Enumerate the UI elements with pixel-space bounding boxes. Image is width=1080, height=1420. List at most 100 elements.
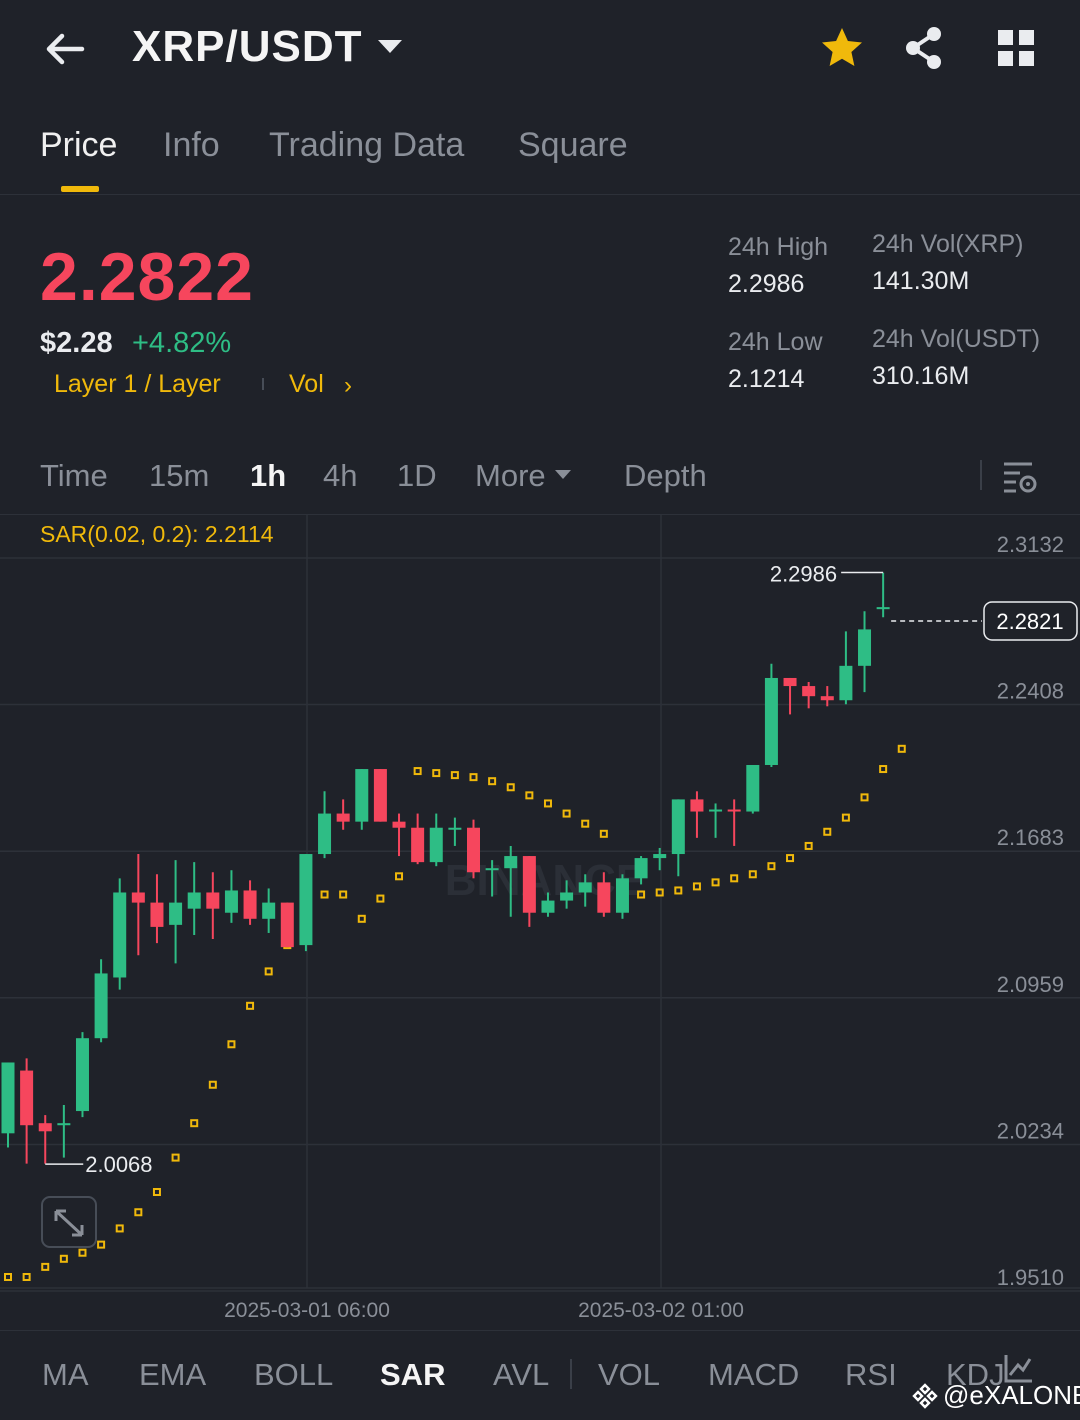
sar-dot xyxy=(860,793,869,802)
tag-divider xyxy=(262,378,264,390)
last-price: 2.2822 xyxy=(40,239,254,315)
candle-body xyxy=(764,677,778,765)
pair-title[interactable]: XRP/USDT xyxy=(132,22,362,72)
sar-dot xyxy=(469,773,478,782)
indicator-vol[interactable]: VOL xyxy=(598,1357,660,1393)
sar-dot xyxy=(543,799,552,808)
active-tab-indicator xyxy=(61,186,99,192)
sar-dot xyxy=(879,765,888,774)
candlestick-chart-svg[interactable]: 2.3132 2.2408 2.1683 2.0959 2.0234 1.9510 2025… xyxy=(0,515,1080,1330)
price-axis-label: 2.1683 xyxy=(997,825,1064,850)
candle-body xyxy=(336,813,350,822)
sar-dot xyxy=(246,1001,255,1010)
candle-body xyxy=(355,769,369,822)
share-icon[interactable] xyxy=(900,24,948,72)
sar-dot xyxy=(264,967,273,976)
sar-dot xyxy=(97,1240,106,1249)
chart-settings-icon[interactable] xyxy=(1000,456,1040,496)
candle-body xyxy=(131,892,145,903)
candle-body xyxy=(671,799,685,855)
sar-dot xyxy=(432,769,441,778)
sar-dot xyxy=(525,791,534,800)
sar-dot xyxy=(190,1119,199,1128)
sar-dot xyxy=(115,1224,124,1233)
sar-dot xyxy=(4,1273,12,1281)
candle-body xyxy=(485,868,499,871)
back-arrow-icon[interactable] xyxy=(40,24,90,74)
indicator-ma[interactable]: MA xyxy=(42,1357,89,1393)
candle-body xyxy=(858,629,872,666)
candle-body xyxy=(20,1070,34,1126)
timeframe-bar: Time 15m 1h 4h 1D More Depth xyxy=(0,440,1080,515)
candle-body xyxy=(113,892,127,978)
candle-body xyxy=(373,769,387,822)
indicator-sar[interactable]: SAR xyxy=(380,1357,445,1393)
tab-trading-data[interactable]: Trading Data xyxy=(269,126,464,165)
top-bar: XRP/USDT xyxy=(0,0,1080,100)
vol-link[interactable]: Vol xyxy=(289,370,324,399)
vol-quote-label: 24h Vol(USDT) xyxy=(872,325,1041,353)
time-axis-label: 2025-03-02 01:00 xyxy=(578,1299,744,1322)
candle-body xyxy=(653,854,667,859)
candle-body xyxy=(206,892,220,909)
tf-15m[interactable]: 15m xyxy=(149,458,209,494)
indicator-macd[interactable]: MACD xyxy=(708,1357,799,1393)
candle-body xyxy=(75,1038,89,1112)
tf-1d[interactable]: 1D xyxy=(397,458,437,494)
price-chart[interactable]: 2.3132 2.2408 2.1683 2.0959 2.0234 1.9510 2025… xyxy=(0,515,1080,1330)
candle-body xyxy=(262,902,276,919)
tab-square[interactable]: Square xyxy=(518,126,628,165)
category-tag[interactable]: Layer 1 / Layer xyxy=(54,370,221,399)
tab-info[interactable]: Info xyxy=(163,126,220,165)
sar-dot xyxy=(655,888,664,897)
price-axis-label: 2.0959 xyxy=(997,972,1064,997)
candle-body xyxy=(634,858,648,879)
sar-dot xyxy=(227,1040,236,1049)
tf-depth[interactable]: Depth xyxy=(624,458,707,494)
candle-body xyxy=(392,821,406,828)
candle-body xyxy=(541,900,555,913)
sar-dot xyxy=(767,862,776,871)
grid-menu-icon[interactable] xyxy=(992,24,1040,72)
tf-4h[interactable]: 4h xyxy=(323,458,357,494)
more-caret-icon[interactable] xyxy=(555,470,571,479)
sar-dot xyxy=(581,819,590,828)
low-marker-label: 2.0068 xyxy=(85,1152,152,1177)
tf-more[interactable]: More xyxy=(475,458,546,494)
high-label: 24h High xyxy=(728,233,829,261)
sar-dot xyxy=(320,890,329,899)
tab-price[interactable]: Price xyxy=(40,126,117,165)
candle-body xyxy=(429,827,443,863)
candle-body xyxy=(820,696,834,701)
indicator-rsi[interactable]: RSI xyxy=(845,1357,897,1393)
candle-body xyxy=(318,813,332,855)
vol-base-value: 141.30M xyxy=(872,267,970,295)
sar-dot xyxy=(152,1188,161,1197)
candle-body xyxy=(578,882,592,893)
tf-1h[interactable]: 1h xyxy=(250,458,286,494)
candle-body xyxy=(169,902,183,925)
candle-body xyxy=(150,902,164,927)
indicator-boll[interactable]: BOLL xyxy=(254,1357,333,1393)
sar-dot xyxy=(78,1248,87,1257)
sar-dot xyxy=(692,882,701,891)
candle-body xyxy=(187,892,201,909)
chevron-right-icon[interactable]: › xyxy=(344,372,352,400)
tf-time[interactable]: Time xyxy=(40,458,108,494)
high-value: 2.2986 xyxy=(728,270,805,298)
candle-body xyxy=(597,882,611,913)
star-icon[interactable] xyxy=(818,24,866,72)
candle-body xyxy=(839,665,853,701)
sar-dot xyxy=(730,874,739,883)
indicator-avl[interactable]: AVL xyxy=(493,1357,549,1393)
sar-dot xyxy=(339,890,348,899)
usd-price: $2.28 xyxy=(40,327,113,359)
caret-down-icon[interactable] xyxy=(378,40,402,53)
sar-dot xyxy=(506,783,515,792)
candle-body xyxy=(727,809,741,812)
high-marker-label: 2.2986 xyxy=(770,562,837,587)
indicator-ema[interactable]: EMA xyxy=(139,1357,206,1393)
toolbar-divider xyxy=(980,460,982,490)
current-price-tag-label: 2.2821 xyxy=(996,609,1063,634)
candle-body xyxy=(690,799,704,812)
